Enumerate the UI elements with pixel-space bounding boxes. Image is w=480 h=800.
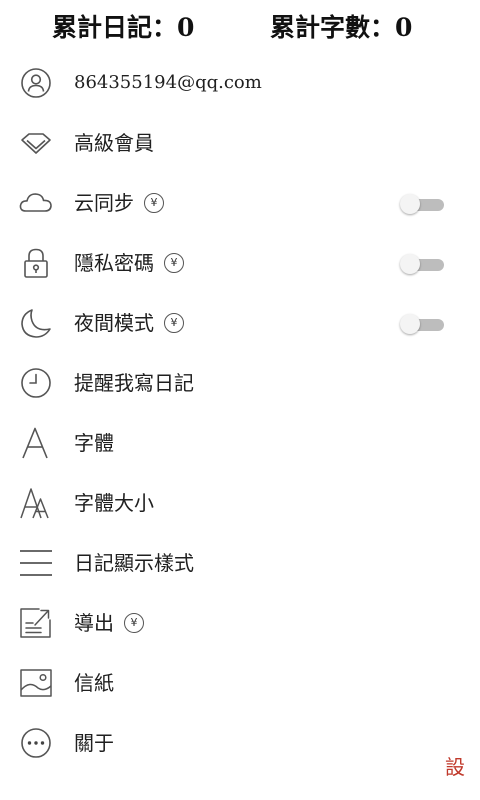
menu-item-night-mode[interactable]: 夜間模式 ¥	[0, 293, 480, 353]
list-lines-icon	[17, 546, 55, 580]
menu-item-reminder[interactable]: 提醒我寫日記	[0, 353, 480, 413]
menu-item-about[interactable]: 關于	[0, 713, 480, 773]
toggle-knob	[400, 314, 420, 334]
menu-item-label: 云同步 ¥	[74, 173, 164, 233]
menu-item-label: 高級會員	[74, 131, 154, 155]
word-count-label: 累計字數：0	[270, 13, 413, 42]
font-size-icon	[17, 486, 55, 520]
menu-item-label: 隱私密碼 ¥	[74, 233, 184, 293]
menu-item-font-size[interactable]: 字體大小	[0, 473, 480, 533]
menu-item-label: 關于	[74, 731, 114, 755]
export-icon	[17, 606, 55, 640]
moon-icon	[17, 306, 55, 340]
menu-item-text: 夜間模式	[74, 311, 154, 335]
more-icon	[17, 726, 55, 760]
menu-item-privacy-password[interactable]: 隱私密碼 ¥	[0, 233, 480, 293]
diary-count-label: 累計日記：0	[52, 13, 195, 42]
menu-item-account[interactable]: 864355194@qq.com	[0, 53, 480, 113]
diamond-icon	[17, 126, 55, 160]
menu-item-text: 隱私密碼	[74, 251, 154, 275]
toggle-knob	[400, 254, 420, 274]
yen-icon: ¥	[124, 612, 144, 633]
image-icon	[17, 666, 55, 700]
font-icon	[17, 426, 55, 460]
cloud-icon	[17, 186, 55, 220]
menu-item-label: 字體大小	[74, 491, 154, 515]
yen-icon: ¥	[164, 252, 184, 273]
menu-item-font[interactable]: 字體	[0, 413, 480, 473]
menu-item-text: 云同步	[74, 191, 134, 215]
menu-item-label: 夜間模式 ¥	[74, 293, 184, 353]
menu-item-cloud-sync[interactable]: 云同步 ¥	[0, 173, 480, 233]
menu-item-label: 864355194@qq.com	[74, 72, 262, 93]
stats-header: 累計日記：0 累計字數：0	[0, 8, 480, 50]
menu-item-export[interactable]: 導出 ¥	[0, 593, 480, 653]
menu-item-text: 導出	[74, 611, 114, 635]
menu-item-label: 日記顯示樣式	[74, 551, 194, 575]
user-icon	[17, 66, 55, 100]
settings-corner-label[interactable]: 設	[445, 752, 465, 782]
menu-item-label: 提醒我寫日記	[74, 371, 194, 395]
clock-icon	[17, 366, 55, 400]
privacy-password-toggle[interactable]	[400, 254, 444, 274]
yen-icon: ¥	[164, 312, 184, 333]
menu-item-label: 信紙	[74, 671, 114, 695]
settings-menu: 864355194@qq.com 高級會員 云同步 ¥ 隱私密碼 ¥ 夜間模式 …	[0, 53, 480, 773]
menu-item-stationery[interactable]: 信紙	[0, 653, 480, 713]
menu-item-label: 導出 ¥	[74, 593, 144, 653]
menu-item-label: 字體	[74, 431, 114, 455]
cloud-sync-toggle[interactable]	[400, 194, 444, 214]
night-mode-toggle[interactable]	[400, 314, 444, 334]
menu-item-diary-display-style[interactable]: 日記顯示樣式	[0, 533, 480, 593]
lock-icon	[17, 246, 55, 280]
yen-icon: ¥	[144, 192, 164, 213]
menu-item-vip[interactable]: 高級會員	[0, 113, 480, 173]
toggle-knob	[400, 194, 420, 214]
